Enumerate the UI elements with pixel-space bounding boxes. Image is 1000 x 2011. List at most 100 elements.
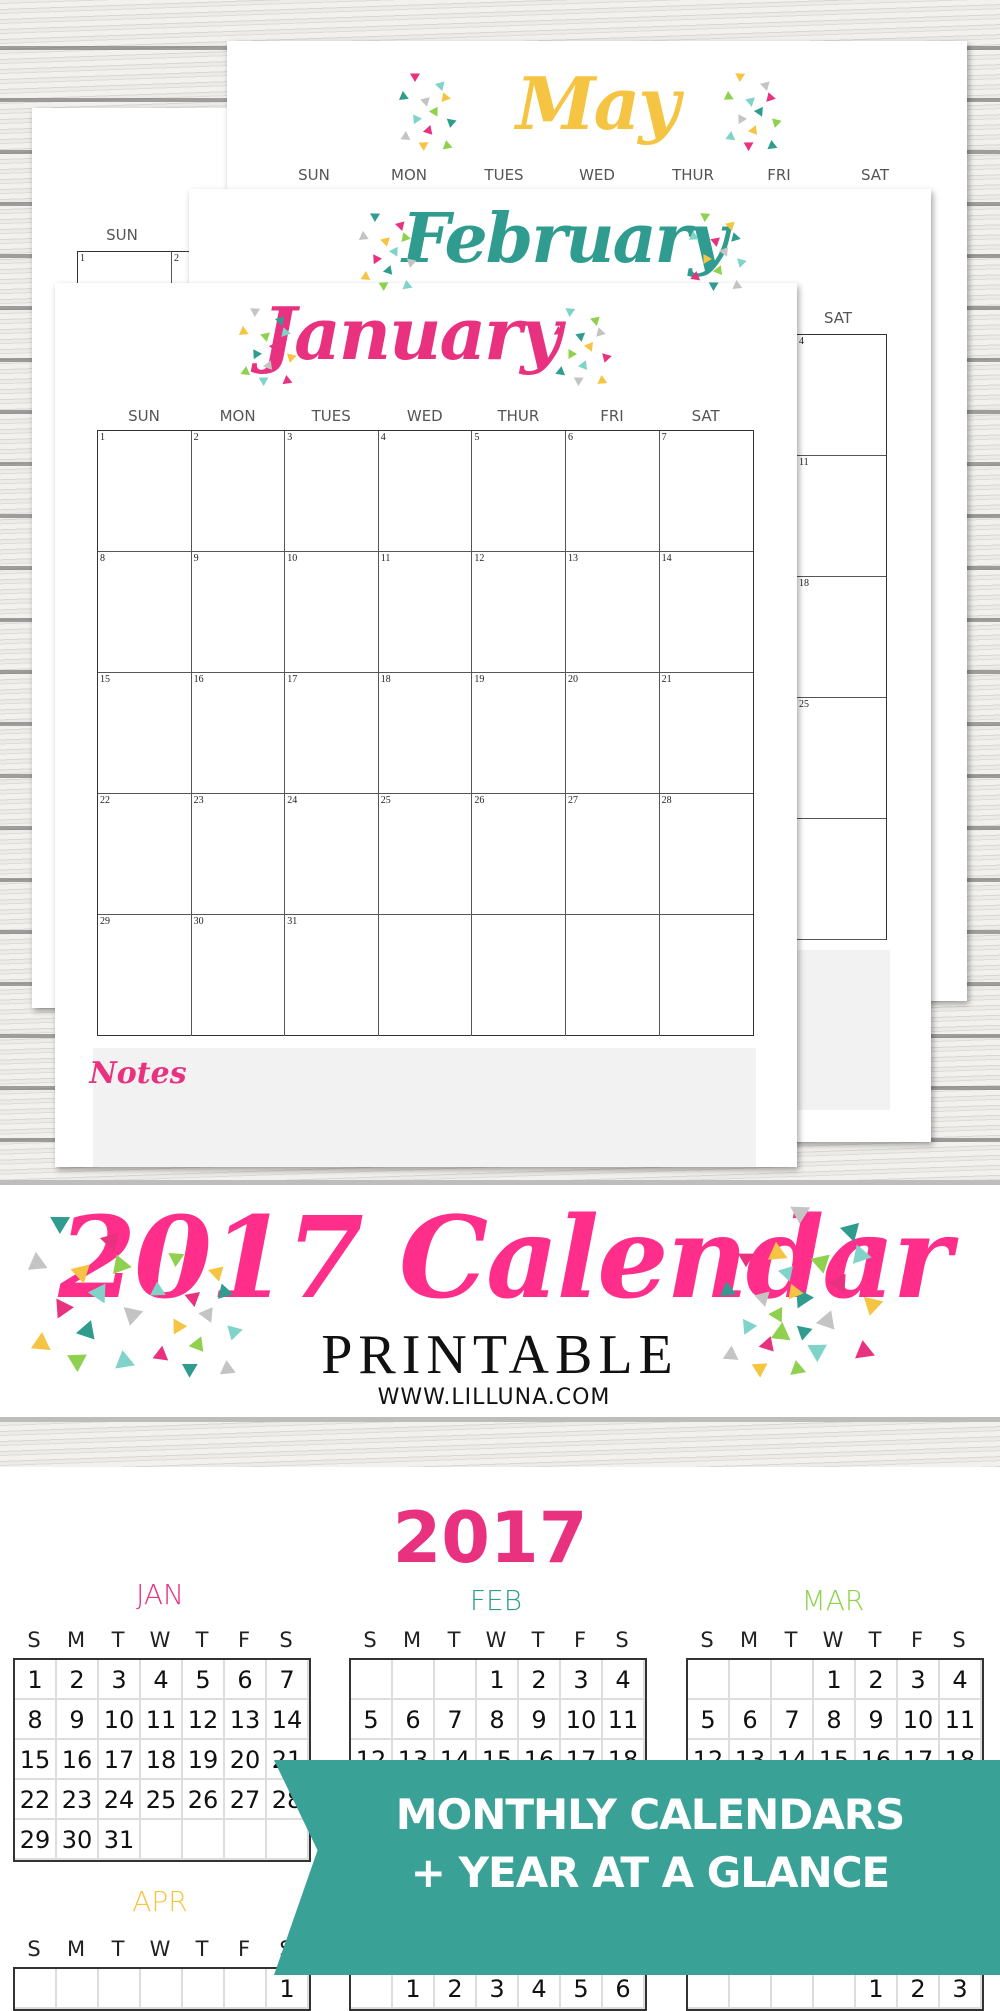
confetti-triangle <box>753 106 763 117</box>
confetti-triangle <box>602 353 612 363</box>
confetti-triangle <box>30 1331 51 1351</box>
confetti-triangle <box>590 316 600 327</box>
confetti-triangle <box>50 1216 71 1234</box>
confetti-triangle <box>378 282 389 292</box>
confetti-triangle <box>373 254 382 265</box>
confetti-triangle <box>810 1254 830 1274</box>
confetti-triangle <box>790 1360 807 1375</box>
confetti-triangle <box>434 81 445 91</box>
confetti-triangle <box>767 1241 788 1260</box>
confetti-triangle <box>152 1345 169 1361</box>
confetti-decoration <box>27 73 884 1378</box>
confetti-triangle <box>712 265 723 275</box>
confetti-triangle <box>238 325 249 335</box>
confetti-triangle <box>181 1363 198 1378</box>
confetti-triangle <box>722 1345 739 1360</box>
confetti-triangle <box>688 230 699 240</box>
confetti-triangle <box>738 114 747 125</box>
confetti-triangle <box>188 1336 204 1352</box>
confetti-triangle <box>422 125 433 135</box>
confetti-triangle <box>394 221 405 231</box>
confetti-triangle <box>771 118 782 128</box>
confetti-triangle <box>700 213 711 222</box>
confetti-triangle <box>198 1307 213 1323</box>
confetti-triangle <box>370 213 381 222</box>
confetti-triangle <box>168 1253 185 1268</box>
confetti-triangle <box>577 360 588 370</box>
confetti-triangle <box>768 1306 783 1323</box>
confetti-triangle <box>268 341 278 352</box>
confetti-triangle <box>725 131 736 141</box>
confetti-triangle <box>839 1222 860 1243</box>
confetti-triangle <box>760 81 770 92</box>
confetti-triangle <box>219 1360 236 1375</box>
confetti-triangle <box>406 258 417 268</box>
confetti-triangle <box>738 1253 754 1268</box>
confetti-triangle <box>720 1281 737 1297</box>
confetti-triangle <box>441 92 451 103</box>
confetti-triangle <box>754 1291 770 1307</box>
confetti-triangle <box>575 332 586 342</box>
confetti-triangle <box>446 118 457 128</box>
confetti-triangle <box>767 140 778 150</box>
confetti-triangle <box>596 327 606 337</box>
confetti-triangle <box>150 1281 166 1296</box>
confetti-triangle <box>413 114 422 125</box>
confetti-triangle <box>553 325 564 335</box>
confetti-triangle <box>777 1266 794 1282</box>
confetti-triangle <box>184 1291 200 1308</box>
confetti-triangle <box>743 142 754 152</box>
confetti-triangle <box>208 1266 224 1282</box>
confetti-triangle <box>87 1283 106 1304</box>
confetti-triangle <box>751 1363 768 1378</box>
confetti-triangle <box>418 142 429 152</box>
confetti-triangle <box>75 1320 95 1340</box>
confetti-triangle <box>282 375 293 385</box>
confetti-triangle <box>428 106 438 117</box>
confetti-triangle <box>583 342 594 352</box>
confetti-triangle <box>863 1296 884 1316</box>
confetti-triangle <box>286 353 297 363</box>
confetti-triangle <box>250 308 261 317</box>
confetti-triangle <box>827 1273 846 1294</box>
confetti-triangle <box>815 1310 835 1330</box>
confetti-triangle <box>388 246 398 257</box>
confetti-triangle <box>742 1318 758 1335</box>
confetti-triangle <box>358 230 369 240</box>
confetti-triangle <box>807 1344 827 1363</box>
confetti-triangle <box>380 237 390 247</box>
confetti-triangle <box>442 140 453 150</box>
confetti-triangle <box>70 1264 90 1284</box>
confetti-triangle <box>274 316 285 327</box>
confetti-triangle <box>745 97 755 107</box>
confetti-triangle <box>400 130 411 140</box>
confetti-triangle <box>725 221 735 232</box>
confetti-triangle <box>723 90 734 100</box>
confetti-triangle <box>737 258 747 268</box>
confetti-triangle <box>852 1244 872 1264</box>
confetti-triangle <box>115 1350 135 1369</box>
confetti-triangle <box>382 265 393 275</box>
confetti-triangle <box>732 280 743 290</box>
confetti-triangle <box>112 1254 132 1274</box>
confetti-triangle <box>796 1325 813 1341</box>
confetti-triangle <box>399 90 409 101</box>
confetti-triangle <box>758 1336 774 1352</box>
confetti-triangle <box>555 366 566 376</box>
confetti-triangle <box>597 375 608 384</box>
confetti-triangle <box>123 1307 144 1326</box>
confetti-triangle <box>27 1251 48 1270</box>
confetti-triangle <box>855 1340 875 1359</box>
confetti-triangle <box>56 1298 74 1319</box>
confetti-triangle <box>240 366 251 376</box>
confetti-triangle <box>99 1232 119 1252</box>
confetti-triangle <box>703 254 712 265</box>
confetti-triangle <box>402 280 413 290</box>
confetti-triangle <box>217 1283 234 1299</box>
confetti-triangle <box>718 246 728 257</box>
confetti-triangle <box>690 271 701 281</box>
confetti-triangle <box>420 97 430 107</box>
confetti-triangle <box>747 125 758 135</box>
confetti-triangle <box>731 232 741 242</box>
confetti-triangle <box>67 1354 87 1373</box>
